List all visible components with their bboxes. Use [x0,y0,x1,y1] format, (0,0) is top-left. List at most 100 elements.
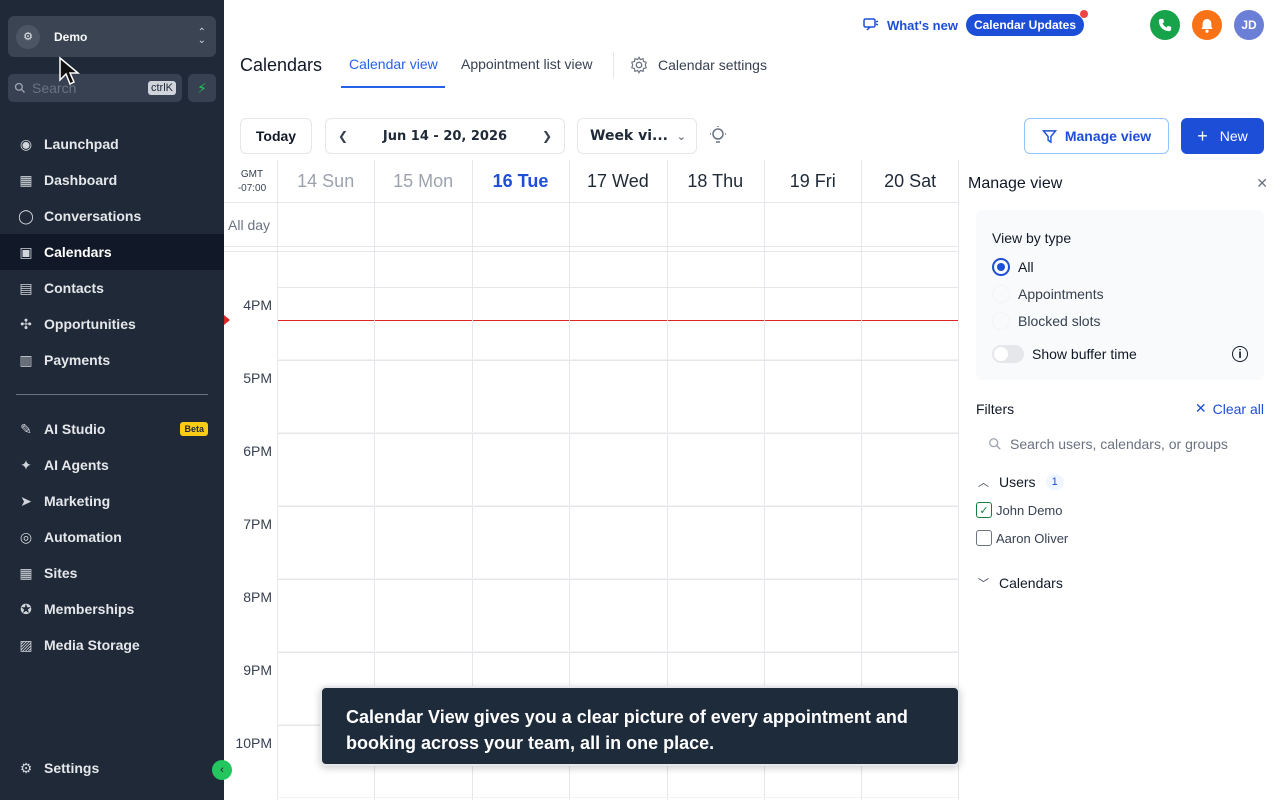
chevron-left-icon[interactable]: ❮ [338,129,348,143]
day-header[interactable]: 17 Wed [569,160,666,202]
contacts-icon: ▤ [19,279,33,296]
collapse-sidebar-button[interactable]: ‹ [212,760,232,780]
checkbox-icon[interactable] [976,530,992,546]
notifications-button[interactable] [1192,10,1222,40]
sidebar-item-calendars[interactable]: ▣ Calendars [0,234,224,270]
send-icon: ➤ [20,492,32,509]
manage-view-button[interactable]: Manage view [1024,118,1169,154]
calendars-group-header[interactable]: ﹀ Calendars [978,575,1063,591]
membership-icon: ✪ [20,600,32,617]
radio-label: Appointments [1018,286,1104,302]
sidebar-item-ai-agents[interactable]: ✦ AI Agents [0,447,224,483]
show-buffer-time-label: Show buffer time [1032,346,1137,362]
view-select[interactable]: Week vi... ⌄ [577,118,697,154]
hour-label: 7PM [243,516,272,532]
grid-row-line [224,246,958,247]
account-switcher[interactable]: ⚙ Demo ⌃ ⌄ [8,16,216,57]
hour-line [277,360,958,361]
chevron-right-icon[interactable]: ❯ [542,129,552,143]
all-day-label: All day [228,217,271,233]
date-range-navigator: ❮ Jun 14 - 20, 2026 ❯ [325,118,565,154]
users-group-header[interactable]: ︿ Users 1 [978,474,1064,490]
phone-button[interactable] [1150,10,1180,40]
day-header[interactable]: 19 Fri [764,160,861,202]
filters-title: Filters [976,401,1015,417]
sidebar-item-label: Opportunities [44,316,136,332]
close-icon[interactable]: ✕ [1256,175,1268,192]
sidebar-item-automation[interactable]: ◎ Automation [0,519,224,555]
radio-circle [992,285,1010,303]
settings-tab-label: Calendar settings [658,57,767,73]
sidebar-item-payments[interactable]: ▥ Payments [0,342,224,378]
day-header[interactable]: 14 Sun [277,160,374,202]
user-filter-row[interactable]: Aaron Oliver [976,530,1068,546]
clear-all-button[interactable]: ✕ Clear all [1195,400,1264,417]
today-button[interactable]: Today [240,118,312,154]
view-type-radio-all[interactable]: All [992,258,1034,276]
sidebar-item-ai-studio[interactable]: ✎ AI Studio Beta [0,411,224,447]
view-type-radio-blocked-slots[interactable]: Blocked slots [992,312,1100,330]
info-icon[interactable]: i [1232,346,1248,362]
users-group-label: Users [999,474,1036,490]
day-header[interactable]: 16 Tue [472,160,569,202]
user-avatar[interactable]: JD [1234,10,1264,40]
manage-view-panel: Manage view ✕ View by type All Appointmen… [960,160,1280,800]
sidebar-nav-secondary: ✎ AI Studio Beta ✦ AI Agents ➤ Marketing ◎ Autom… [0,411,224,663]
half-hour-line [277,797,958,798]
search-shortcut: ctrlK [148,81,176,95]
tab-calendar-settings[interactable]: Calendar settings [630,56,767,74]
hour-label: 4PM [243,297,272,313]
day-header[interactable]: 18 Thu [667,160,764,202]
sidebar-search-input[interactable]: Search ctrlK [8,74,182,102]
sites-icon: ▦ [19,564,33,581]
day-header[interactable]: 20 Sat [861,160,958,202]
hour-label: 6PM [243,443,272,459]
sidebar-item-contacts[interactable]: ▤ Contacts [0,270,224,306]
whats-new-link[interactable]: What's new [863,18,958,33]
sidebar-item-settings[interactable]: ⚙ Settings [0,750,224,786]
sidebar-item-label: Dashboard [44,172,118,188]
sidebar-item-opportunities[interactable]: ✣ Opportunities [0,306,224,342]
filter-search-input[interactable]: Search users, calendars, or groups [976,430,1264,458]
view-select-label: Week vi... [590,128,668,144]
sidebar-item-launchpad[interactable]: ◉ Launchpad [0,126,224,162]
user-filter-row[interactable]: ✓ John Demo [976,502,1062,518]
launchpad-icon: ◉ [19,135,33,152]
sidebar-item-sites[interactable]: ▦ Sites [0,555,224,591]
new-button-label: New [1219,128,1248,144]
show-buffer-time-toggle[interactable] [992,345,1024,363]
sidebar-nav-main: ◉ Launchpad ▦ Dashboard ◯ Conversations ▣ Calen… [0,126,224,378]
chevron-updown-icon: ⌃ ⌄ [197,26,206,46]
sidebar-item-marketing[interactable]: ➤ Marketing [0,483,224,519]
sidebar-item-conversations[interactable]: ◯ Conversations [0,198,224,234]
lightbulb-icon[interactable] [708,125,728,147]
sidebar-item-dashboard[interactable]: ▦ Dashboard [0,162,224,198]
tab-calendar-view[interactable]: Calendar view [349,56,438,72]
search-icon [989,438,1001,450]
sidebar: ⚙ Demo ⌃ ⌄ Search ctrlK ⚡ ◉ Launchpad ▦ Dash… [0,0,224,800]
timezone-label: GMT -07:00 [228,168,276,196]
manage-view-label: Manage view [1064,128,1152,144]
automation-icon: ◎ [19,528,33,545]
filter-search-placeholder: Search users, calendars, or groups [1010,436,1228,452]
quick-actions-button[interactable]: ⚡ [188,74,216,102]
current-time-line [277,320,958,321]
view-type-radio-appointments[interactable]: Appointments [992,285,1104,303]
sidebar-item-label: AI Agents [44,457,109,473]
sidebar-item-label: Conversations [44,208,142,224]
show-buffer-time-row: Show buffer time i [992,345,1248,363]
day-header[interactable]: 15 Mon [374,160,471,202]
tab-appointment-list-view[interactable]: Appointment list view [461,56,593,72]
hour-label: 5PM [243,370,272,386]
bolt-icon: ⚡ [197,79,207,96]
account-logo-icon: ⚙ [16,24,40,49]
hour-line [277,506,958,507]
image-icon: ▨ [19,636,33,653]
new-button[interactable]: + New [1181,118,1264,154]
calendar-updates-pill[interactable]: Calendar Updates [965,10,1088,36]
tab-separator [613,52,614,78]
sidebar-item-memberships[interactable]: ✪ Memberships [0,591,224,627]
payments-icon: ▥ [19,351,33,368]
checkbox-checked-icon[interactable]: ✓ [976,502,992,518]
sidebar-item-media-storage[interactable]: ▨ Media Storage [0,627,224,663]
